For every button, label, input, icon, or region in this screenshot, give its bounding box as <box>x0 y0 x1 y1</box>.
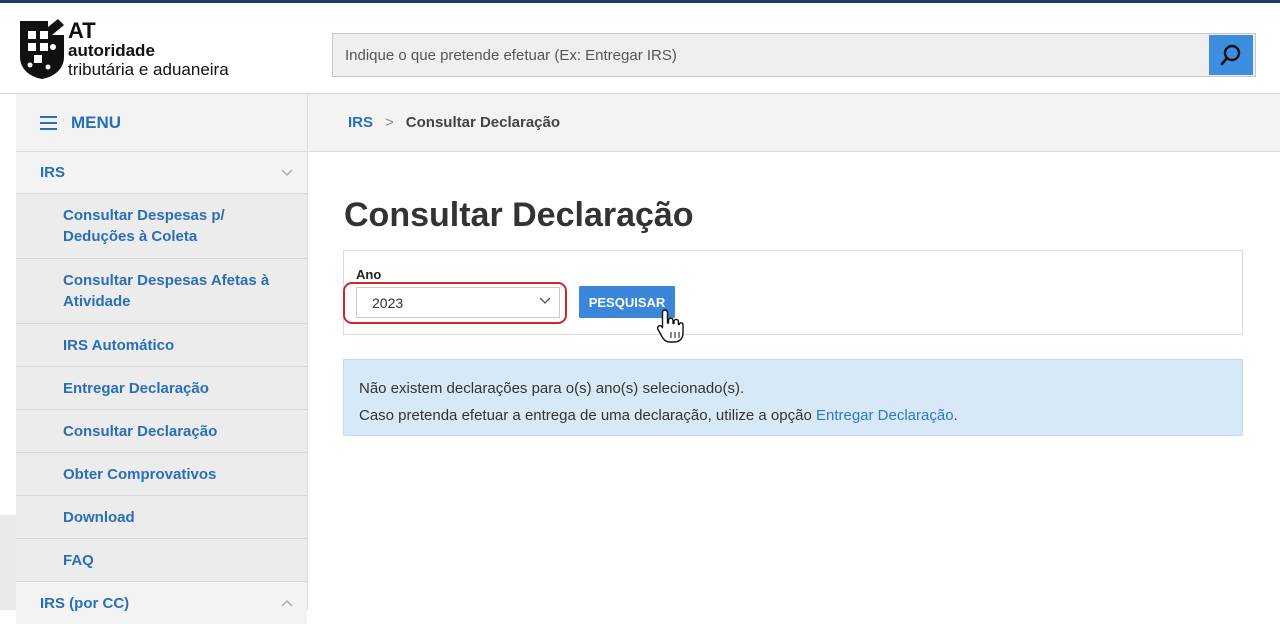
hand-cursor-icon <box>656 309 684 343</box>
search-button[interactable] <box>1209 35 1253 75</box>
sidebar-item-irs-automatico[interactable]: IRS Automático <box>16 324 307 367</box>
sidebar-item-label: Consultar Declaração <box>63 422 218 440</box>
menu-toggle[interactable]: MENU <box>16 94 307 152</box>
sidebar-group-irs-cc[interactable]: IRS (por CC) <box>16 582 307 624</box>
logo-tributaria: tributária e aduaneira <box>68 60 229 79</box>
sidebar-item-label: Entregar Declaração <box>63 379 209 397</box>
year-label: Ano <box>356 267 382 282</box>
hamburger-icon <box>40 115 57 130</box>
alert-line-1: Não existem declarações para o(s) ano(s)… <box>359 380 745 397</box>
alert-line-2: Caso pretenda efetuar a entrega de uma d… <box>359 402 1227 429</box>
sidebar-item-faq[interactable]: FAQ <box>16 539 307 582</box>
sidebar-item-label: Consultar Despesas Afetas à Atividade <box>63 272 270 310</box>
breadcrumb-irs-link[interactable]: IRS <box>348 114 373 131</box>
sidebar-item-consultar-despesas-deducoes[interactable]: Consultar Despesas p/ Deduções à Coleta <box>16 194 307 259</box>
sidebar-item-consultar-declaracao[interactable]: Consultar Declaração <box>16 410 307 453</box>
alert-line-2-suffix: . <box>953 407 958 424</box>
at-logo[interactable]: AT autoridade tributária e aduaneira <box>18 17 278 87</box>
year-select[interactable]: 2023 <box>356 287 560 318</box>
sidebar-item-obter-comprovativos[interactable]: Obter Comprovativos <box>16 453 307 496</box>
at-logo-icon <box>20 19 64 79</box>
info-alert: Não existem declarações para o(s) ano(s)… <box>343 359 1243 436</box>
header: AT autoridade tributária e aduaneira <box>0 3 1280 93</box>
breadcrumb-current: Consultar Declaração <box>405 114 561 131</box>
sidebar-group-irs[interactable]: IRS <box>16 152 307 194</box>
logo-at: AT <box>68 18 96 43</box>
logo-text: AT autoridade tributária e aduaneira <box>68 18 229 80</box>
chevron-down-icon <box>539 297 551 304</box>
sidebar-item-consultar-despesas-atividade[interactable]: Consultar Despesas Afetas à Atividade <box>16 259 307 324</box>
sidebar-item-entregar-declaracao[interactable]: Entregar Declaração <box>16 367 307 410</box>
left-gutter-shade <box>0 515 16 610</box>
sidebar-group-label: IRS (por CC) <box>40 594 130 612</box>
sidebar-item-label: Download <box>63 508 135 526</box>
page-title: Consultar Declaração <box>344 196 694 234</box>
entregar-declaracao-link[interactable]: Entregar Declaração <box>816 407 954 424</box>
breadcrumb: IRS > Consultar Declaração <box>308 94 1280 152</box>
sidebar-item-download[interactable]: Download <box>16 496 307 539</box>
sidebar-item-label: Obter Comprovativos <box>63 465 217 483</box>
sidebar-item-label: FAQ <box>63 551 94 569</box>
sidebar-item-label: IRS Automático <box>63 336 175 354</box>
sidebar-item-label: Consultar Despesas p/ Deduções à Coleta <box>63 207 225 245</box>
search-input[interactable] <box>333 34 1209 76</box>
year-select-value: 2023 <box>372 294 404 311</box>
alert-line-2-text: Caso pretenda efetuar a entrega de uma d… <box>359 407 816 424</box>
menu-label: MENU <box>71 112 122 132</box>
sidebar: MENU IRS Consultar Despesas p/ Deduções … <box>16 94 308 624</box>
chevron-down-icon <box>281 168 293 176</box>
chevron-up-icon <box>281 599 293 607</box>
logo-autoridade: autoridade <box>68 41 155 60</box>
breadcrumb-separator: > <box>385 114 394 131</box>
search-icon <box>1220 44 1241 66</box>
search-bar <box>332 33 1256 77</box>
search-form: Ano 2023 PESQUISAR <box>343 250 1243 335</box>
sidebar-group-label: IRS <box>40 164 66 181</box>
